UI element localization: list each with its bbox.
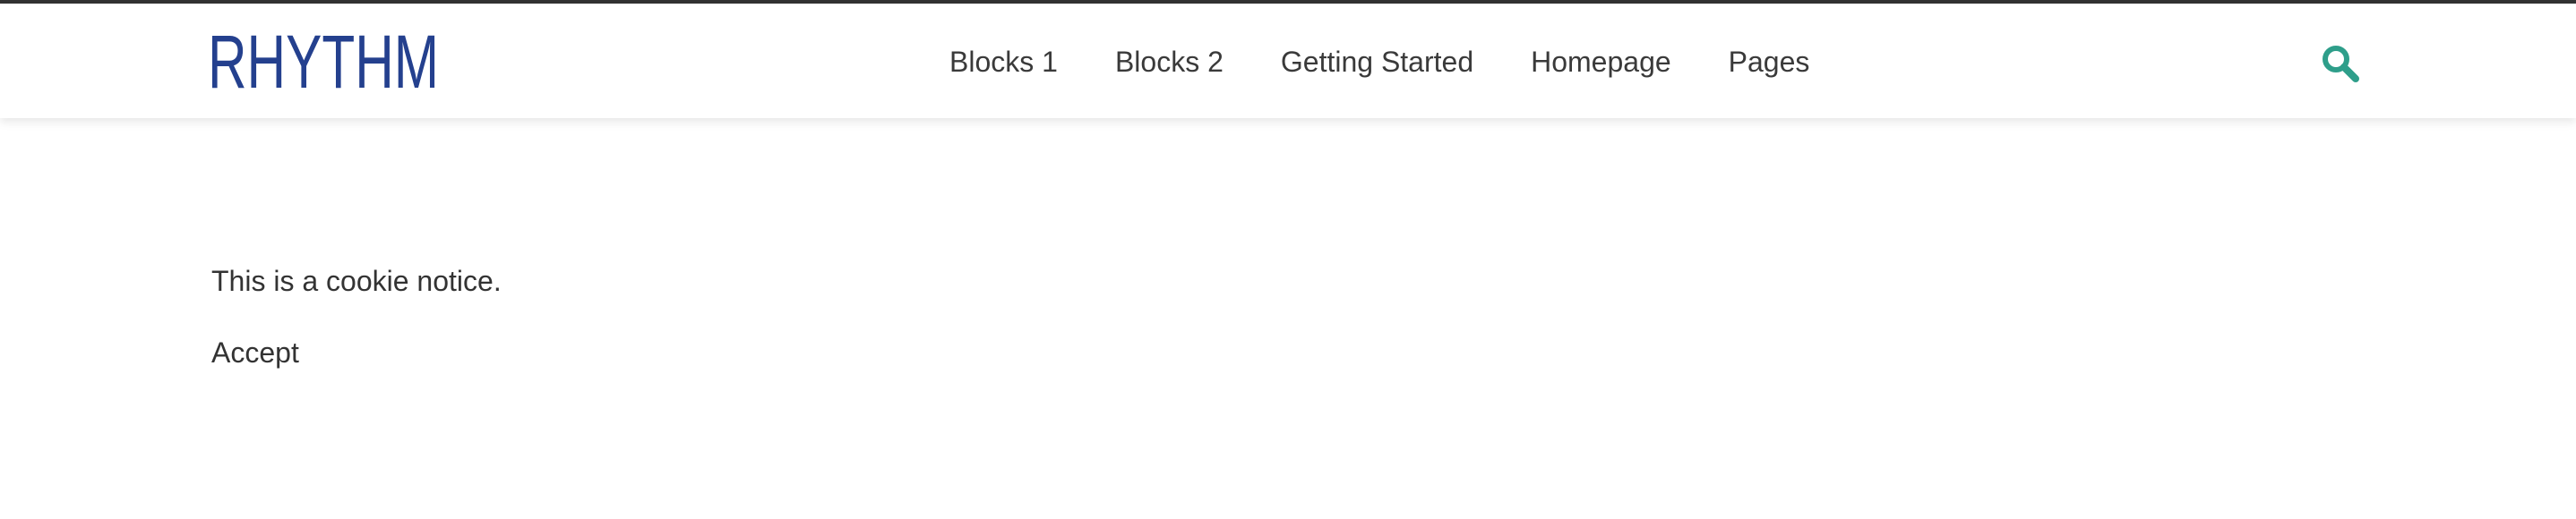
cookie-notice-text: This is a cookie notice. (211, 265, 502, 297)
logo-text: RHYTHM (208, 25, 439, 97)
nav-item-getting-started[interactable]: Getting Started (1281, 46, 1473, 79)
cookie-notice: This is a cookie notice. Accept (211, 263, 502, 370)
main-navigation: Blocks 1 Blocks 2 Getting Started Homepa… (949, 38, 1809, 86)
nav-item-blocks-1[interactable]: Blocks 1 (949, 46, 1058, 79)
nav-item-homepage[interactable]: Homepage (1531, 46, 1671, 79)
accept-button[interactable]: Accept (211, 335, 299, 370)
nav-item-blocks-2[interactable]: Blocks 2 (1115, 46, 1224, 79)
search-icon (2323, 46, 2359, 82)
nav-item-pages[interactable]: Pages (1729, 46, 1810, 79)
page: RHYTHM Blocks 1 Blocks 2 Getting Started… (0, 0, 2576, 519)
site-header: RHYTHM Blocks 1 Blocks 2 Getting Started… (0, 4, 2576, 118)
site-logo[interactable]: RHYTHM (208, 25, 441, 97)
search-button[interactable] (2320, 43, 2361, 84)
